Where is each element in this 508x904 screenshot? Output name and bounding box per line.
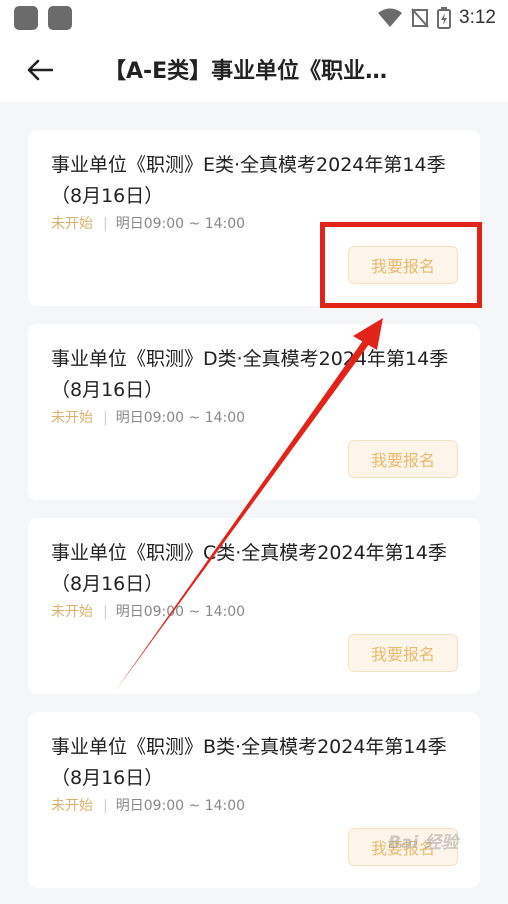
separator: | [103, 604, 108, 620]
exam-meta: 未开始 | 明日09:00 ~ 14:00 [51, 408, 245, 428]
exam-time: 明日09:00 ~ 14:00 [115, 410, 246, 426]
no-signal-icon [411, 8, 429, 28]
exam-title: 事业单位《职测》B类·全真模考2024年第14季（8月16日） [51, 736, 447, 789]
status-badge: 未开始 [51, 798, 93, 814]
separator: | [103, 216, 108, 232]
notification-icon [14, 6, 38, 30]
exam-time: 明日09:00 ~ 14:00 [115, 798, 246, 814]
exam-card[interactable]: 事业单位《职测》E类·全真模考2024年第14季（8月16日） 未开始 | 明日… [28, 130, 480, 306]
app-header: 【A-E类】事业单位《职业… [0, 36, 508, 102]
exam-title: 事业单位《职测》E类·全真模考2024年第14季（8月16日） [51, 154, 446, 207]
status-bar: 3:12 [0, 0, 508, 36]
arrow-left-icon [27, 59, 53, 81]
separator: | [103, 798, 108, 814]
separator: | [103, 410, 108, 426]
notification-icon [48, 6, 72, 30]
status-badge: 未开始 [51, 410, 93, 426]
status-badge: 未开始 [51, 604, 93, 620]
exam-time: 明日09:00 ~ 14:00 [115, 216, 246, 232]
exam-title: 事业单位《职测》C类·全真模考2024年第14季（8月16日） [51, 542, 447, 595]
exam-title: 事业单位《职测》D类·全真模考2024年第14季（8月16日） [51, 348, 449, 401]
signup-button[interactable]: 我要报名 [348, 634, 458, 672]
status-icons: 3:12 [377, 6, 496, 30]
battery-charging-icon [437, 7, 452, 29]
status-badge: 未开始 [51, 216, 93, 232]
exam-card[interactable]: 事业单位《职测》D类·全真模考2024年第14季（8月16日） 未开始 | 明日… [28, 324, 480, 500]
signup-button[interactable]: 我要报名 [348, 440, 458, 478]
wifi-icon [378, 8, 403, 27]
exam-time: 明日09:00 ~ 14:00 [115, 604, 246, 620]
exam-meta: 未开始 | 明日09:00 ~ 14:00 [51, 602, 245, 622]
exam-card[interactable]: 事业单位《职测》B类·全真模考2024年第14季（8月16日） 未开始 | 明日… [28, 712, 480, 888]
watermark-logo: Bai 经验 [388, 833, 459, 853]
signup-button[interactable]: 我要报名 [348, 246, 458, 284]
page-title: 【A-E类】事业单位《职业… [104, 59, 388, 84]
exam-card[interactable]: 事业单位《职测》C类·全真模考2024年第14季（8月16日） 未开始 | 明日… [28, 518, 480, 694]
back-button[interactable] [20, 50, 60, 90]
exam-meta: 未开始 | 明日09:00 ~ 14:00 [51, 796, 245, 816]
exam-meta: 未开始 | 明日09:00 ~ 14:00 [51, 214, 245, 234]
clock: 3:12 [459, 7, 496, 28]
